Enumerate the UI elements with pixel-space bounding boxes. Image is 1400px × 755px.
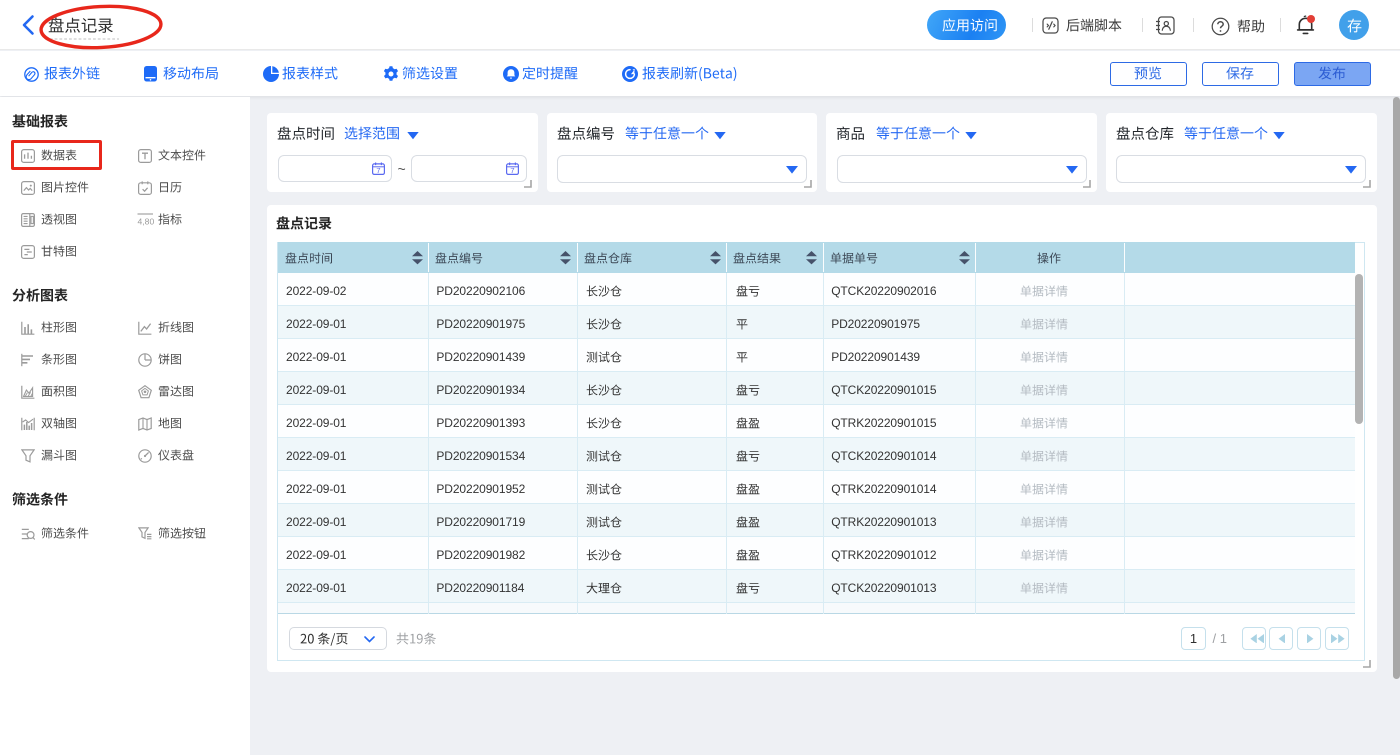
svg-text:7: 7 (376, 165, 380, 174)
svg-text:7: 7 (510, 165, 514, 174)
svg-text:4,80: 4,80 (138, 216, 155, 226)
